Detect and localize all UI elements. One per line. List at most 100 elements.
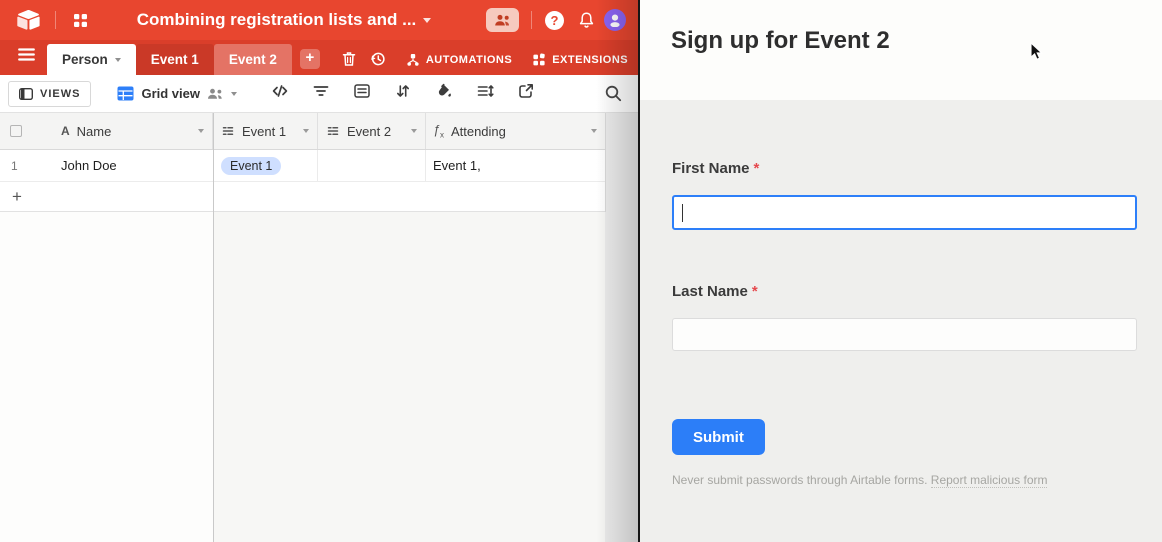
share-view-icon[interactable] [517, 82, 535, 105]
search-icon[interactable] [604, 84, 623, 103]
hide-fields-icon[interactable] [271, 82, 289, 105]
report-malicious-form-link[interactable]: Report malicious form [931, 473, 1048, 488]
chevron-down-icon[interactable] [411, 129, 417, 133]
cell-name[interactable]: John Doe [31, 150, 213, 181]
table-tabstrip: Person Event 1 Event 2 + [0, 40, 640, 75]
base-title-wrap[interactable]: Combining registration lists and ... [88, 10, 480, 30]
share-button[interactable] [486, 8, 519, 32]
column-name: Event 2 [347, 124, 391, 139]
column-name: Event 1 [242, 124, 286, 139]
history-icon[interactable] [370, 51, 386, 67]
multi-select-icon [326, 124, 340, 138]
last-name-label: Last Name* [672, 283, 758, 300]
row-number-cell[interactable]: 1 [0, 150, 31, 181]
group-icon[interactable] [353, 82, 371, 105]
row-number: 1 [11, 159, 18, 173]
grid-filler [605, 113, 638, 542]
required-asterisk: * [754, 160, 760, 177]
view-toolbar: VIEWS Grid view [0, 75, 640, 113]
form-panel: Sign up for Event 2 First Name* Last Nam… [640, 0, 1162, 542]
select-tag: Event 1 [221, 157, 281, 175]
plus-icon: + [305, 49, 314, 66]
help-glyph: ? [551, 13, 559, 28]
automations-icon [406, 53, 420, 67]
select-all-checkbox[interactable] [10, 125, 22, 137]
footer-text: Never submit passwords through Airtable … [672, 473, 931, 487]
avatar[interactable] [604, 9, 626, 31]
hamburger-menu-icon[interactable] [18, 48, 35, 66]
people-icon [494, 14, 512, 27]
chevron-down-icon[interactable] [591, 129, 597, 133]
grid-view-icon [117, 86, 134, 101]
chevron-down-icon [115, 58, 121, 62]
required-asterisk: * [752, 283, 758, 300]
row-height-icon[interactable] [476, 82, 494, 105]
collaborators-icon [207, 88, 224, 100]
trash-icon[interactable] [342, 51, 356, 67]
column-header-event1[interactable]: Event 1 [213, 113, 318, 149]
column-header-row: A Name Event 1 Event 2 [0, 113, 605, 150]
last-column-divider [605, 113, 606, 212]
text-cursor [682, 204, 683, 222]
sort-icon[interactable] [394, 82, 412, 105]
plus-icon: + [0, 187, 22, 207]
add-row-button[interactable]: + [0, 182, 605, 212]
chevron-down-icon[interactable] [303, 129, 309, 133]
toolbar-icons [271, 82, 535, 105]
column-name: Name [77, 124, 112, 139]
extensions-label: EXTENSIONS [552, 54, 628, 66]
select-all-cell[interactable] [0, 113, 31, 149]
view-switcher[interactable]: Grid view [117, 86, 237, 101]
cell-event1[interactable]: Event 1 [213, 150, 318, 181]
table-row: 1 John Doe Event 1 Event 1, [0, 150, 605, 182]
topbar: Combining registration lists and ... ? [0, 0, 640, 40]
tab-person[interactable]: Person [47, 44, 136, 75]
automations-label: AUTOMATIONS [426, 54, 512, 66]
first-name-label: First Name* [672, 160, 759, 177]
submit-button[interactable]: Submit [672, 419, 765, 455]
tab-label: Event 1 [151, 52, 199, 67]
grid: A Name Event 1 Event 2 [0, 113, 638, 542]
single-line-text-icon: A [61, 124, 70, 138]
views-label: VIEWS [40, 88, 80, 100]
filter-icon[interactable] [312, 82, 330, 105]
mouse-cursor [1030, 42, 1043, 62]
panel-divider [638, 0, 640, 542]
extensions-icon [532, 53, 546, 67]
form-footer: Never submit passwords through Airtable … [672, 473, 1047, 487]
tab-event-1[interactable]: Event 1 [136, 44, 214, 75]
chevron-down-icon [231, 92, 237, 96]
chevron-down-icon[interactable] [198, 129, 204, 133]
last-name-input[interactable] [672, 318, 1137, 351]
column-name: Attending [451, 124, 506, 139]
tab-label: Event 2 [229, 52, 277, 67]
column-header-event2[interactable]: Event 2 [318, 113, 426, 149]
formula-icon: ƒx [433, 123, 444, 140]
cell-attending[interactable]: Event 1, [426, 150, 605, 181]
cell-event2[interactable] [318, 150, 426, 181]
automations-button[interactable]: AUTOMATIONS [406, 53, 512, 67]
views-button[interactable]: VIEWS [8, 81, 91, 107]
view-name: Grid view [141, 86, 200, 101]
base-title: Combining registration lists and ... [137, 10, 417, 30]
form-title: Sign up for Event 2 [671, 27, 890, 55]
views-sidebar-icon [19, 88, 33, 100]
extensions-button[interactable]: EXTENSIONS [532, 53, 628, 67]
bell-icon[interactable] [578, 11, 595, 29]
chevron-down-icon [423, 18, 431, 23]
column-header-attending[interactable]: ƒx Attending [426, 113, 605, 149]
add-table-button[interactable]: + [300, 49, 320, 69]
topbar-divider [55, 11, 56, 29]
person-icon [608, 13, 622, 27]
help-icon[interactable]: ? [545, 11, 564, 30]
column-header-name[interactable]: A Name [31, 113, 213, 149]
tab-event-2[interactable]: Event 2 [214, 44, 292, 75]
airtable-window: Combining registration lists and ... ? [0, 0, 640, 542]
screen: Combining registration lists and ... ? [0, 0, 1162, 542]
multi-select-icon [221, 124, 235, 138]
first-name-input[interactable] [672, 195, 1137, 230]
apps-grid-icon[interactable] [73, 13, 88, 28]
airtable-logo-icon[interactable] [16, 9, 41, 31]
tab-label: Person [62, 52, 108, 67]
color-icon[interactable] [435, 82, 453, 105]
